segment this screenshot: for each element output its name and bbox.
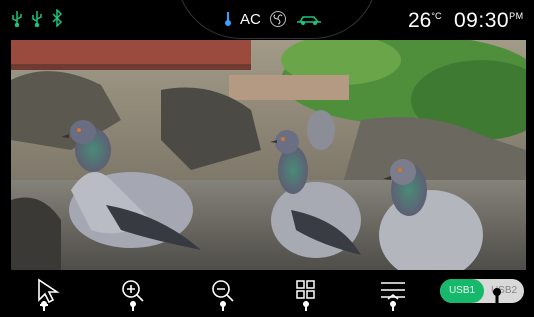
thermometer-icon <box>224 11 232 27</box>
photo-image <box>11 40 526 270</box>
photo-viewer[interactable] <box>11 40 526 270</box>
usb-icon <box>10 9 24 32</box>
thumbnail-grid-button[interactable] <box>292 277 322 312</box>
outside-temperature: 26°C <box>408 9 442 32</box>
thumbnail-grid-icon <box>296 280 315 311</box>
ac-label: AC <box>240 10 261 28</box>
zoom-out-button[interactable] <box>208 277 238 312</box>
fan-icon <box>269 10 287 28</box>
status-left <box>10 8 64 32</box>
bottom-toolbar: USB1 USB2 <box>0 270 534 312</box>
zoom-in-button[interactable] <box>118 277 148 312</box>
car-air-icon <box>295 12 323 26</box>
select-icon <box>38 278 60 311</box>
climate-status: AC <box>224 10 323 28</box>
status-bar: AC 26°C 09:30PM <box>0 0 534 40</box>
zoom-in-icon <box>122 280 144 311</box>
usb-icon <box>30 9 44 32</box>
meridiem: PM <box>509 11 524 21</box>
clock: 09:30PM <box>454 9 524 32</box>
temperature-unit: °C <box>431 11 442 21</box>
select-button[interactable] <box>33 277 63 312</box>
menu-icon <box>381 282 405 311</box>
bluetooth-icon <box>50 8 64 32</box>
menu-button[interactable] <box>378 277 408 312</box>
touch-hand-icon <box>487 278 507 312</box>
zoom-out-icon <box>212 280 234 311</box>
usb1-option[interactable]: USB1 <box>440 279 484 303</box>
usb-source-toggle[interactable]: USB1 USB2 <box>440 279 524 303</box>
